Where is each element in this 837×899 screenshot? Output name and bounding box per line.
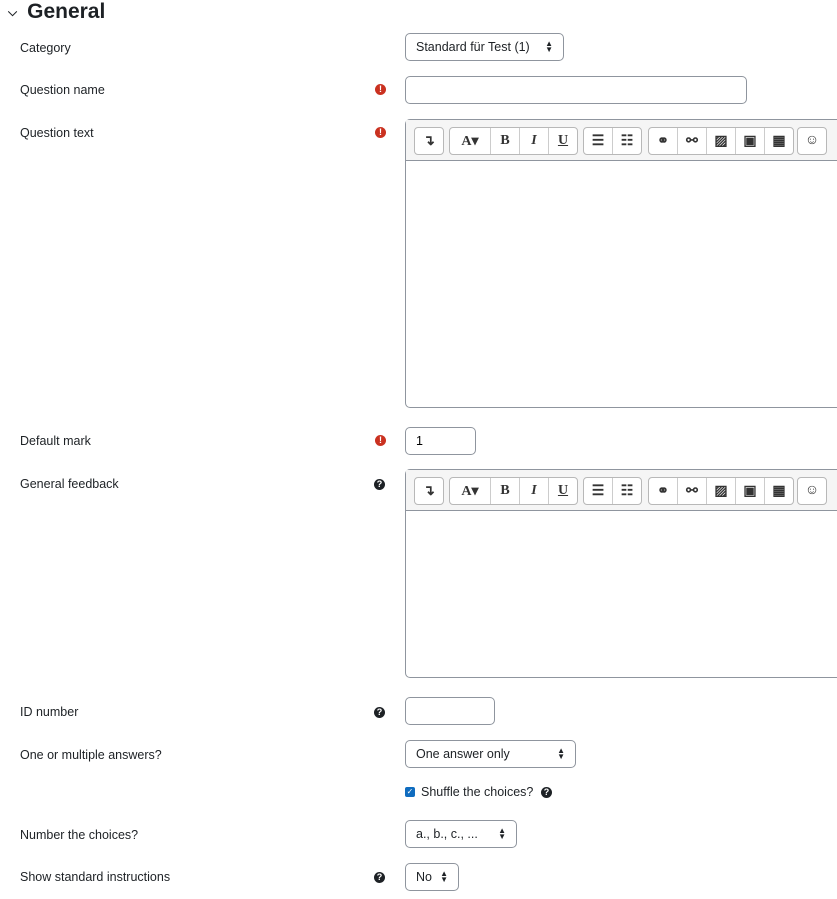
required-icon: ! bbox=[375, 84, 386, 95]
required-icon: ! bbox=[375, 435, 386, 446]
shuffle-checkbox[interactable]: ✓ bbox=[405, 787, 415, 797]
required-icon: ! bbox=[375, 127, 386, 138]
id-number-label: ID number bbox=[20, 705, 79, 719]
category-label: Category bbox=[20, 41, 71, 55]
table-button[interactable]: ▦ bbox=[765, 478, 793, 504]
chevron-down-icon[interactable]: ⌵ bbox=[8, 5, 17, 20]
unlink-button[interactable]: ⚯ bbox=[678, 128, 707, 154]
font-style-button[interactable]: A▾ bbox=[450, 128, 491, 154]
question-name-input[interactable] bbox=[405, 76, 747, 104]
ordered-list-button[interactable]: ☷ bbox=[613, 128, 641, 154]
font-style-button[interactable]: A▾ bbox=[450, 478, 491, 504]
single-answer-label: One or multiple answers? bbox=[20, 748, 162, 762]
select-arrows-icon: ▲ ▼ bbox=[498, 826, 506, 841]
ordered-list-button[interactable]: ☷ bbox=[613, 478, 641, 504]
numbering-label: Number the choices? bbox=[20, 828, 139, 842]
id-number-input[interactable] bbox=[405, 697, 495, 725]
shuffle-label: Shuffle the choices? bbox=[421, 785, 534, 799]
question-text-editor[interactable]: ↴ A▾ B I U ☰ ☷ ⚭ ⚯ ▨ ▣ ▦ ☺ bbox=[405, 119, 837, 408]
category-select[interactable]: Standard für Test (1) ▲ ▼ bbox=[405, 33, 564, 61]
general-feedback-label: General feedback bbox=[20, 477, 119, 491]
media-button[interactable]: ▣ bbox=[736, 128, 765, 154]
bold-button[interactable]: B bbox=[491, 128, 520, 154]
help-icon[interactable]: ? bbox=[541, 787, 552, 798]
single-answer-value: One answer only bbox=[416, 747, 510, 761]
media-button[interactable]: ▣ bbox=[736, 478, 765, 504]
numbering-value: a., b., c., ... bbox=[416, 827, 478, 841]
help-icon[interactable]: ? bbox=[374, 707, 385, 718]
single-answer-select[interactable]: One answer only ▲ ▼ bbox=[405, 740, 576, 768]
category-value: Standard für Test (1) bbox=[416, 40, 530, 54]
emoji-button[interactable]: ☺ bbox=[798, 128, 826, 154]
collapse-toolbar-button[interactable]: ↴ bbox=[415, 478, 443, 504]
image-button[interactable]: ▨ bbox=[707, 478, 736, 504]
underline-button[interactable]: U bbox=[549, 128, 577, 154]
link-button[interactable]: ⚭ bbox=[649, 478, 678, 504]
table-button[interactable]: ▦ bbox=[765, 128, 793, 154]
select-arrows-icon: ▲ ▼ bbox=[440, 869, 448, 884]
general-feedback-editor[interactable]: ↴ A▾ B I U ☰ ☷ ⚭ ⚯ ▨ ▣ ▦ ☺ bbox=[405, 469, 837, 678]
italic-button[interactable]: I bbox=[520, 128, 549, 154]
section-header[interactable]: ⌵ General bbox=[8, 0, 105, 24]
help-icon[interactable]: ? bbox=[374, 872, 385, 883]
default-mark-label: Default mark bbox=[20, 434, 91, 448]
emoji-button[interactable]: ☺ bbox=[798, 478, 826, 504]
question-text-label: Question text bbox=[20, 126, 94, 140]
instructions-select[interactable]: No ▲ ▼ bbox=[405, 863, 459, 891]
numbering-select[interactable]: a., b., c., ... ▲ ▼ bbox=[405, 820, 517, 848]
bold-button[interactable]: B bbox=[491, 478, 520, 504]
instructions-value: No bbox=[416, 870, 432, 884]
section-title: General bbox=[27, 0, 106, 23]
italic-button[interactable]: I bbox=[520, 478, 549, 504]
select-arrows-icon: ▲ ▼ bbox=[557, 746, 565, 761]
help-icon[interactable]: ? bbox=[374, 479, 385, 490]
link-button[interactable]: ⚭ bbox=[649, 128, 678, 154]
collapse-toolbar-button[interactable]: ↴ bbox=[415, 128, 443, 154]
default-mark-input[interactable] bbox=[405, 427, 476, 455]
select-arrows-icon: ▲ ▼ bbox=[545, 39, 553, 54]
unlink-button[interactable]: ⚯ bbox=[678, 478, 707, 504]
unordered-list-button[interactable]: ☰ bbox=[584, 128, 613, 154]
editor-toolbar: ↴ A▾ B I U ☰ ☷ ⚭ ⚯ ▨ ▣ ▦ ☺ bbox=[406, 470, 837, 511]
instructions-label: Show standard instructions bbox=[20, 870, 171, 884]
image-button[interactable]: ▨ bbox=[707, 128, 736, 154]
question-name-label: Question name bbox=[20, 83, 105, 97]
unordered-list-button[interactable]: ☰ bbox=[584, 478, 613, 504]
underline-button[interactable]: U bbox=[549, 478, 577, 504]
editor-toolbar: ↴ A▾ B I U ☰ ☷ ⚭ ⚯ ▨ ▣ ▦ ☺ bbox=[406, 120, 837, 161]
